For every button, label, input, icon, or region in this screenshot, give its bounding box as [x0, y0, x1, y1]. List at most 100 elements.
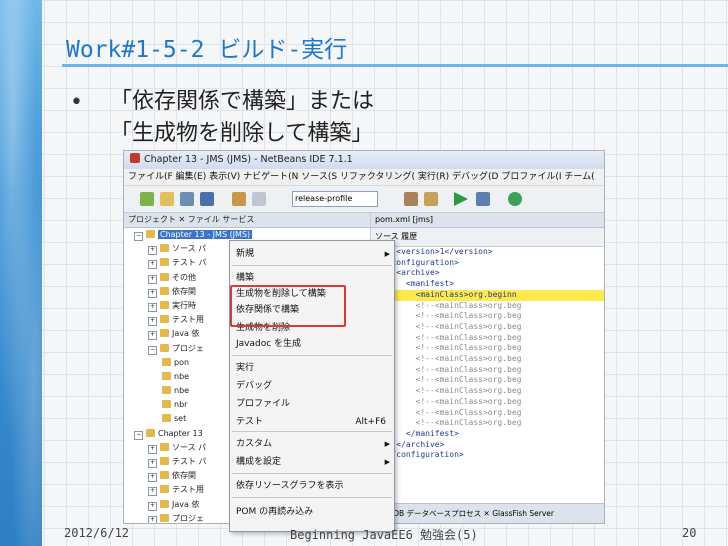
output-tabs[interactable]: Java DB データベースプロセス ✕ GlassFish Server	[371, 503, 604, 523]
tree-expander-icon[interactable]: +	[148, 274, 157, 284]
code-line: <archive>	[377, 268, 440, 278]
tree-expander-icon[interactable]: +	[148, 317, 157, 327]
code-line: <!--<mainClass>org.beg	[377, 321, 522, 331]
highlight-box	[230, 285, 346, 327]
code-line: <configuration>	[377, 257, 459, 267]
save-all-icon[interactable]	[200, 192, 214, 206]
context-menu-item[interactable]: テスト	[236, 415, 263, 429]
code-line: <manifest>	[377, 279, 455, 289]
title-underline	[62, 64, 728, 67]
menu-separator	[232, 473, 392, 474]
folder-icon	[146, 428, 155, 437]
projects-tabs[interactable]: プロジェクト ✕ ファイル サービス	[124, 213, 370, 228]
tree-expander-icon[interactable]: −	[148, 345, 157, 355]
tree-item-label: nbe	[174, 371, 190, 381]
new-file-icon[interactable]	[160, 192, 174, 206]
context-menu-item[interactable]: 実行	[236, 361, 254, 375]
tree-expander-icon[interactable]: −	[134, 232, 143, 241]
folder-icon	[160, 315, 169, 324]
tree-expander-icon[interactable]: +	[148, 501, 157, 511]
open-project-icon[interactable]	[180, 192, 194, 206]
tree-expander-icon[interactable]: +	[148, 487, 157, 497]
menu-shortcut: Alt+F6	[355, 417, 386, 427]
tree-expander-icon[interactable]: +	[148, 302, 157, 312]
footer-page-number: 20	[682, 526, 697, 540]
profile-icon[interactable]	[508, 192, 522, 206]
bullet-marker: •	[70, 90, 83, 115]
undo-icon[interactable]	[232, 192, 246, 206]
slide-side-bar	[0, 0, 42, 546]
submenu-arrow-icon: ▶	[384, 440, 390, 448]
code-line: <!--<mainClass>org.beg	[377, 354, 522, 364]
new-project-icon[interactable]	[140, 192, 154, 206]
code-line: <!--<mainClass>org.beg	[377, 407, 522, 417]
folder-icon	[160, 457, 169, 465]
code-line: <!--<mainClass>org.beg	[377, 300, 522, 310]
folder-icon	[160, 286, 169, 295]
debug-icon[interactable]	[476, 192, 490, 206]
footer-date: 2012/6/12	[64, 526, 130, 540]
tree-item-label: Java 依	[172, 329, 200, 339]
tree-item-label: 実行時	[172, 300, 196, 310]
clean-build-icon[interactable]	[424, 192, 438, 206]
context-menu-item[interactable]: カスタム	[236, 437, 272, 451]
netbeans-icon	[130, 153, 140, 163]
tree-expander-icon[interactable]: +	[148, 260, 157, 270]
tree-expander-icon[interactable]: +	[148, 473, 157, 483]
ide-menu-bar[interactable]: ファイル(F 編集(E) 表示(V) ナビゲート(N ソース(S リファクタリン…	[124, 169, 604, 186]
footer-title: Beginning JavaEE6 勉強会(5)	[290, 528, 478, 542]
context-menu-item[interactable]: プロファイル	[236, 397, 290, 411]
tree-expander-icon[interactable]: −	[134, 430, 143, 440]
tree-item-label: ソース パ	[172, 442, 207, 452]
code-line: <!--<mainClass>org.beg	[377, 386, 522, 396]
code-line: <!--<mainClass>org.beg	[377, 396, 522, 406]
tree-item-label: nbe	[174, 386, 190, 396]
menu-separator	[232, 265, 392, 266]
folder-icon	[146, 230, 155, 238]
submenu-arrow-icon: ▶	[384, 458, 390, 466]
tree-expander-icon[interactable]: +	[148, 515, 157, 523]
menu-separator	[232, 497, 392, 498]
run-icon[interactable]	[454, 192, 468, 206]
code-line: <mainClass>org.beginn	[377, 289, 604, 301]
folder-icon	[162, 414, 171, 423]
tree-expander-icon[interactable]: +	[148, 246, 157, 256]
context-menu-item[interactable]: デバッグ	[236, 379, 272, 393]
build-icon[interactable]	[404, 192, 418, 206]
tree-item-label: ソース パ	[172, 244, 207, 254]
bullet-line-1: 「依存関係で構築」または	[110, 89, 375, 114]
code-editor[interactable]: <version>1</version> <configuration> <ar…	[371, 247, 604, 461]
redo-icon[interactable]	[252, 192, 266, 206]
tree-expander-icon[interactable]: +	[148, 459, 157, 468]
menu-separator	[232, 431, 392, 432]
ide-toolbar: release-profile	[124, 186, 604, 213]
tree-item-label: Java 依	[172, 499, 200, 509]
folder-icon	[160, 300, 169, 309]
context-menu-item[interactable]: 新規	[236, 247, 254, 261]
tree-expander-icon[interactable]: +	[148, 444, 157, 454]
context-menu-item[interactable]: 構築	[236, 271, 254, 285]
code-line: </configuration>	[377, 450, 464, 460]
tree-item-label: 依存関	[172, 471, 196, 481]
editor-toolbar[interactable]: ソース 履歴	[371, 228, 604, 247]
editor-tab[interactable]: pom.xml [jms]	[371, 213, 604, 228]
side-bar-decoration	[0, 0, 42, 546]
tree-expander-icon[interactable]: +	[148, 288, 157, 298]
code-line: <!--<mainClass>org.beg	[377, 332, 522, 342]
context-menu-item[interactable]: 依存リソースグラフを表示	[236, 479, 344, 493]
ide-title-bar: Chapter 13 - JMS (JMS) - NetBeans IDE 7.…	[124, 151, 604, 169]
code-line: </manifest>	[377, 428, 459, 438]
tree-item-label: set	[174, 414, 187, 424]
tree-expander-icon[interactable]: +	[148, 331, 157, 341]
code-line: </archive>	[377, 439, 445, 449]
slide-title: Work#1-5-2 ビルド-実行	[66, 37, 348, 63]
folder-icon	[160, 442, 169, 451]
tree-item-label: Chapter 13 - JMS (JMS)	[158, 230, 253, 239]
context-menu-item[interactable]: Javadoc を生成	[236, 337, 301, 351]
context-menu-item[interactable]: POM の再読み込み	[236, 505, 313, 519]
context-menu-item[interactable]: 構成を設定	[236, 455, 281, 469]
config-select[interactable]: release-profile	[292, 191, 378, 207]
folder-icon	[162, 386, 171, 395]
ide-window-title: Chapter 13 - JMS (JMS) - NetBeans IDE 7.…	[144, 154, 353, 165]
tree-item-label: プロジェ	[172, 343, 204, 353]
